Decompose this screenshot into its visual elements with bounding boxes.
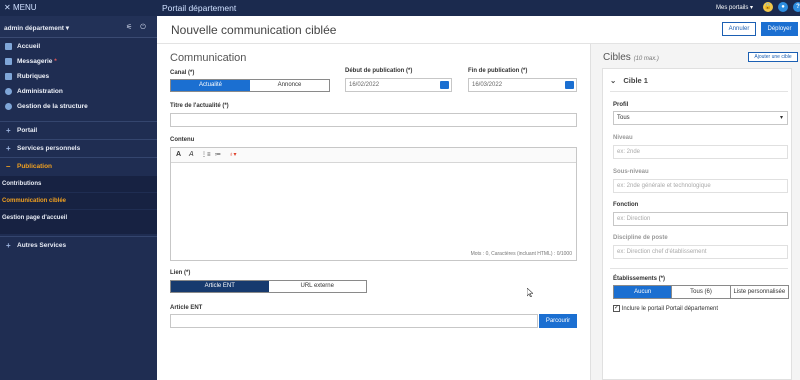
chevron-down-icon: ▾	[750, 5, 754, 11]
article-label: Article ENT	[170, 305, 203, 311]
ajouter-cible-button[interactable]: Ajouter une cible	[748, 52, 798, 62]
sidebar-item-messagerie[interactable]: Messagerie *	[0, 55, 157, 70]
titre-input[interactable]	[170, 113, 577, 127]
sidebar-item-administration[interactable]: Administration	[0, 85, 157, 100]
cible-card: ⌄ Cible 1 Profil Tous ▾ Niveau ex: 2nde …	[602, 68, 792, 380]
section-autres-services[interactable]: + Autres Services	[0, 236, 157, 254]
page-header: Nouvelle communication ciblée Annuler Dé…	[157, 16, 800, 44]
cibles-panel: Cibles (10 max.) Ajouter une cible ⌄ Cib…	[590, 44, 800, 380]
discipline-label: Discipline de poste	[613, 235, 668, 241]
parcourir-button[interactable]: Parcourir	[539, 314, 577, 328]
plus-icon: +	[6, 126, 11, 135]
portal-title: Portail département	[162, 3, 237, 13]
editor-toolbar: A A ⋮≡ ≔ ♁▾	[171, 148, 576, 163]
fin-label: Fin de publication (*)	[468, 68, 528, 74]
section-services-personnels[interactable]: + Services personnels	[0, 139, 157, 157]
bullet-list-button[interactable]: ≔	[215, 151, 221, 158]
cible-header[interactable]: ⌄ Cible 1	[610, 76, 648, 85]
lien-toggle: Article ENT URL externe	[170, 280, 367, 293]
close-icon: ✕	[4, 3, 11, 12]
checkbox-icon[interactable]: ✓	[613, 305, 620, 312]
etab-option-aucun[interactable]: Aucun	[614, 286, 672, 298]
lien-label: Lien (*)	[170, 270, 191, 276]
menu-button[interactable]: ✕ MENU	[4, 3, 37, 12]
canal-option-actualite[interactable]: Actualité	[171, 80, 250, 91]
sub-item-communication-ciblee[interactable]: Communication ciblée	[0, 193, 157, 209]
user-row: admin département ▾ ⚟ ⏻	[0, 16, 157, 38]
calendar-icon[interactable]	[565, 81, 574, 89]
unread-badge: *	[54, 58, 57, 65]
etab-option-liste[interactable]: Liste personnalisée	[729, 286, 788, 298]
profil-select[interactable]: Tous ▾	[613, 111, 788, 125]
lock-icon[interactable]: 🔒	[763, 2, 773, 12]
include-portail-row[interactable]: ✓ Inclure le portail Portail département	[613, 305, 718, 312]
grid-icon	[5, 43, 12, 50]
divider	[610, 268, 788, 269]
sidebar-item-rubriques[interactable]: Rubriques	[0, 70, 157, 85]
rich-text-editor[interactable]: A A ⋮≡ ≔ ♁▾ Mots : 0, Caractères (inclua…	[170, 147, 577, 261]
annuler-button[interactable]: Annuler	[722, 22, 756, 36]
italic-button[interactable]: A	[189, 151, 194, 158]
top-bar: ✕ MENU Portail département Mes portails …	[0, 0, 800, 16]
sub-item-gestion-page-accueil[interactable]: Gestion page d'accueil	[0, 210, 157, 234]
sidebar: admin département ▾ ⚟ ⏻ Accueil Messager…	[0, 16, 157, 380]
mes-portails-dropdown[interactable]: Mes portails ▾	[716, 4, 753, 11]
lien-option-article-ent[interactable]: Article ENT	[171, 281, 269, 292]
discipline-input[interactable]: ex: Direction chef d'établissement	[613, 245, 788, 259]
profil-label: Profil	[613, 102, 629, 108]
communication-section-title: Communication	[170, 52, 247, 64]
divider	[610, 91, 788, 92]
canal-option-annonce[interactable]: Annonce	[250, 80, 329, 91]
section-portail[interactable]: + Portail	[0, 121, 157, 139]
deployer-button[interactable]: Déployer	[761, 22, 798, 36]
calendar-icon[interactable]	[440, 81, 449, 89]
sidebar-item-gestion-structure[interactable]: Gestion de la structure	[0, 100, 157, 115]
section-publication[interactable]: – Publication	[0, 157, 157, 175]
sous-niveau-input[interactable]: ex: 2nde générale et technologique	[613, 179, 788, 193]
titre-label: Titre de l'actualité (*)	[170, 103, 229, 109]
help-icon[interactable]: ?	[793, 2, 800, 12]
page-title: Nouvelle communication ciblée	[171, 23, 337, 37]
char-count: Mots : 0, Caractères (incluant HTML) : 0…	[470, 251, 572, 257]
power-icon[interactable]: ⏻	[140, 24, 146, 31]
chevron-down-icon: ▾	[65, 25, 70, 32]
mouse-cursor-icon	[527, 288, 533, 297]
plus-icon: +	[6, 241, 11, 250]
sub-item-contributions[interactable]: Contributions	[0, 176, 157, 192]
canal-toggle: Actualité Annonce	[170, 79, 330, 92]
mail-icon	[5, 58, 12, 65]
plus-icon: +	[6, 144, 11, 153]
minus-icon: –	[6, 162, 11, 171]
etablissements-label: Établissements (*)	[613, 276, 666, 282]
canal-label: Canal (*)	[170, 70, 195, 76]
fonction-label: Fonction	[613, 202, 639, 208]
chevron-down-icon: ⌄	[610, 76, 617, 85]
debut-date-input[interactable]: 16/02/2022	[345, 78, 452, 92]
etab-option-tous[interactable]: Tous (6)	[671, 286, 729, 298]
lien-option-url-externe[interactable]: URL externe	[269, 281, 367, 292]
article-input[interactable]	[170, 314, 538, 328]
debut-label: Début de publication (*)	[345, 68, 413, 74]
settings-sliders-icon[interactable]: ⚟	[126, 24, 132, 31]
sous-niveau-label: Sous-niveau	[613, 169, 649, 175]
user-menu[interactable]: admin département ▾	[4, 24, 69, 32]
book-icon	[5, 73, 12, 80]
bold-button[interactable]: A	[176, 151, 181, 158]
bell-icon[interactable]: ●	[778, 2, 788, 12]
fonction-input[interactable]: ex: Direction	[613, 212, 788, 226]
niveau-label: Niveau	[613, 135, 633, 141]
contenu-label: Contenu	[170, 137, 195, 143]
cibles-title: Cibles (10 max.)	[603, 52, 659, 63]
fin-date-input[interactable]: 16/03/2022	[468, 78, 577, 92]
gear-icon	[5, 88, 12, 95]
ordered-list-button[interactable]: ⋮≡	[201, 151, 211, 158]
sidebar-item-accueil[interactable]: Accueil	[0, 40, 157, 55]
caret-down-icon: ▾	[779, 115, 783, 121]
etablissements-toggle: Aucun Tous (6) Liste personnalisée	[613, 285, 789, 299]
menu-label: MENU	[12, 3, 37, 12]
emoji-button[interactable]: ♁▾	[229, 151, 237, 158]
niveau-input[interactable]: ex: 2nde	[613, 145, 788, 159]
structure-icon	[5, 103, 12, 110]
